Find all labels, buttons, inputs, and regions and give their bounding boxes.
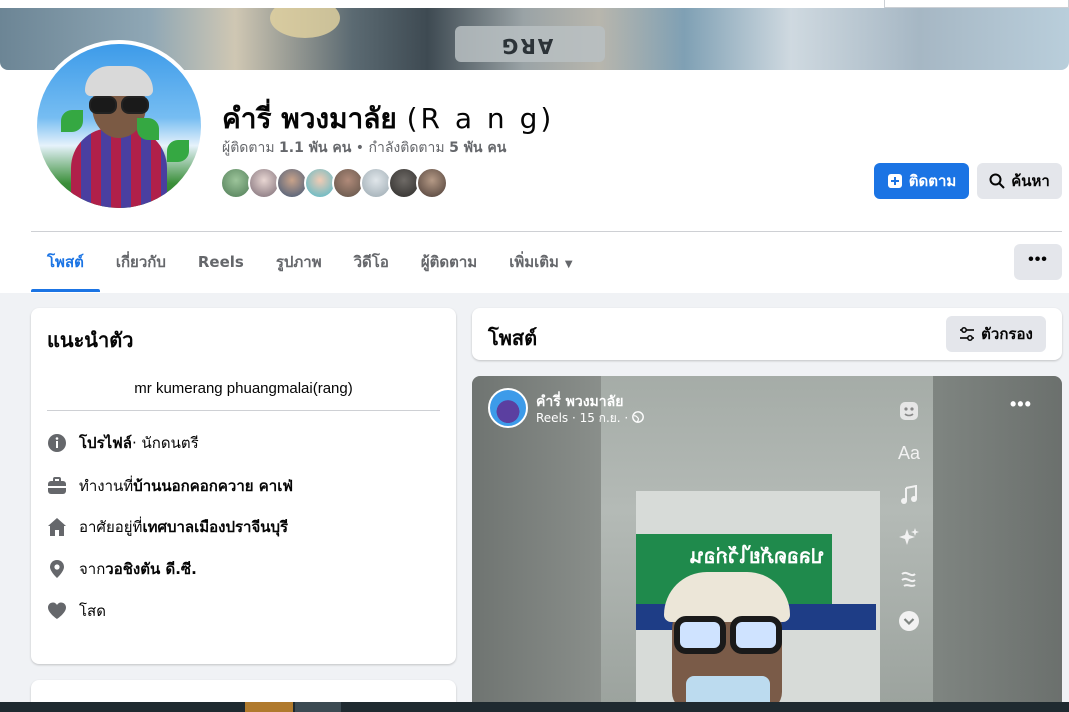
profile-name: คำรี่ พวงมาลัย (R a n g): [222, 97, 554, 141]
post-author-avatar[interactable]: [488, 388, 528, 428]
os-taskbar: [0, 702, 1069, 712]
search-button-label: ค้นหา: [1011, 172, 1050, 190]
effects-sparkle-icon[interactable]: [894, 516, 924, 558]
sticker-icon[interactable]: [894, 390, 924, 432]
intro-work-value[interactable]: บ้านนอกคอกควาย คาเฟ่: [133, 474, 293, 498]
tab-more-label: เพิ่มเติม: [509, 253, 559, 271]
home-icon: [47, 517, 67, 537]
tab-about-label: เกี่ยวกับ: [115, 253, 166, 271]
tab-about[interactable]: เกี่ยวกับ: [100, 242, 182, 292]
profile-name-alt: (R a n g): [406, 102, 555, 135]
tab-reels[interactable]: Reels: [182, 242, 260, 292]
chevron-down-icon: ▼: [564, 259, 573, 270]
followers-label[interactable]: ผู้ติดตาม: [222, 140, 275, 156]
expand-chevron-icon[interactable]: [894, 600, 924, 642]
intro-profile-value: · นักดนตรี: [132, 434, 199, 452]
filter-button-label: ตัวกรอง: [981, 325, 1033, 343]
dropdown-panel-edge: [884, 0, 1069, 8]
post-meta: Reels · 15 ก.ย. ·: [536, 409, 644, 428]
squiggle-draw-icon[interactable]: [894, 558, 924, 600]
profile-avatar[interactable]: [33, 40, 205, 212]
reel-post[interactable]: ปลอดภัยไว้ก่อน คำรี่ พวงมาลัย Reels · 15…: [472, 376, 1062, 712]
following-label[interactable]: กำลังติดตาม: [369, 140, 445, 156]
post-more-button[interactable]: •••: [1010, 394, 1032, 415]
profile-header: ARG คำรี่ พวงมาลัย (R a n g) ผู้ติดตาม 1…: [0, 0, 1069, 293]
heart-icon: [47, 601, 67, 621]
intro-work-row: ทำงานที่ บ้านนอกคอกควาย คาเฟ่: [47, 474, 293, 498]
intro-divider: [47, 410, 440, 411]
intro-lives-prefix: อาศัยอยู่ที่: [79, 518, 143, 536]
posts-title: โพสต์: [488, 326, 538, 350]
tab-reels-label: Reels: [197, 253, 244, 271]
intro-lives-value[interactable]: เทศบาลเมืองปราจีนบุรี: [142, 515, 288, 539]
follower-avatars: [220, 167, 448, 199]
cover-hat-shape: [270, 8, 340, 38]
following-count[interactable]: 5 พัน คน: [449, 140, 506, 156]
header-divider: [31, 231, 1062, 232]
reel-tools: Aa: [894, 390, 924, 642]
stats-separator: •: [351, 140, 369, 156]
reel-glasses-right: [730, 616, 782, 654]
tab-more[interactable]: เพิ่มเติม ▼: [493, 242, 588, 292]
search-icon: [989, 173, 1005, 189]
tab-followers-label: ผู้ติดตาม: [420, 253, 478, 271]
intro-card: แนะนำตัว mr kumerang phuangmalai(rang) โ…: [31, 308, 456, 664]
reel-person-hat: [664, 572, 790, 622]
profile-name-main: คำรี่ พวงมาลัย: [222, 102, 397, 135]
tab-videos-label: วิดีโอ: [353, 253, 389, 271]
briefcase-icon: [47, 476, 67, 496]
text-tool-icon[interactable]: Aa: [894, 432, 924, 474]
search-button[interactable]: ค้นหา: [977, 163, 1062, 199]
intro-from-prefix: จาก: [79, 560, 106, 578]
follower-avatar[interactable]: [416, 167, 448, 199]
follow-plus-icon: [887, 174, 902, 188]
music-icon[interactable]: [894, 474, 924, 516]
intro-profile-row: โปรไฟล์ · นักดนตรี: [47, 431, 199, 455]
more-options-button[interactable]: •••: [1014, 244, 1062, 280]
followers-count[interactable]: 1.1 พัน คน: [279, 140, 351, 156]
intro-bio: mr kumerang phuangmalai(rang): [134, 380, 353, 397]
intro-lives-row: อาศัยอยู่ที่ เทศบาลเมืองปราจีนบุรี: [47, 515, 288, 539]
profile-avatar-image: [37, 44, 201, 208]
follow-button-label: ติดตาม: [908, 172, 957, 190]
intro-profile-label: โปรไฟล์: [79, 434, 132, 452]
tab-posts-label: โพสต์: [47, 253, 84, 271]
globe-icon: [632, 411, 644, 423]
filter-sliders-icon: [960, 327, 975, 341]
intro-work-prefix: ทำงานที่: [79, 477, 134, 495]
profile-tabs: โพสต์ เกี่ยวกับ Reels รูปภาพ วิดีโอ ผู้ต…: [31, 242, 589, 292]
info-icon: [47, 433, 67, 453]
follow-stats: ผู้ติดตาม 1.1 พัน คน • กำลังติดตาม 5 พัน…: [222, 137, 506, 159]
taskbar-item[interactable]: [245, 702, 293, 712]
tab-photos-label: รูปภาพ: [275, 253, 322, 271]
intro-relationship-row: โสด: [47, 599, 106, 623]
tab-photos[interactable]: รูปภาพ: [260, 242, 338, 292]
intro-relationship-value: โสด: [79, 602, 106, 620]
intro-from-row: จาก วอชิงตัน ดี.ซี.: [47, 557, 197, 581]
cover-mask-text: ARG: [500, 34, 554, 58]
post-meta-text[interactable]: Reels · 15 ก.ย. ·: [536, 411, 628, 425]
tab-posts[interactable]: โพสต์: [31, 242, 100, 292]
location-pin-icon: [47, 559, 67, 579]
taskbar-item[interactable]: [295, 702, 341, 712]
filter-button[interactable]: ตัวกรอง: [946, 316, 1046, 352]
tab-followers[interactable]: ผู้ติดตาม: [405, 242, 493, 292]
intro-title: แนะนำตัว: [47, 328, 134, 352]
intro-from-value[interactable]: วอชิงตัน ดี.ซี.: [105, 557, 196, 581]
tab-videos[interactable]: วิดีโอ: [338, 242, 405, 292]
reel-glasses-left: [674, 616, 726, 654]
follow-button[interactable]: ติดตาม: [874, 163, 969, 199]
